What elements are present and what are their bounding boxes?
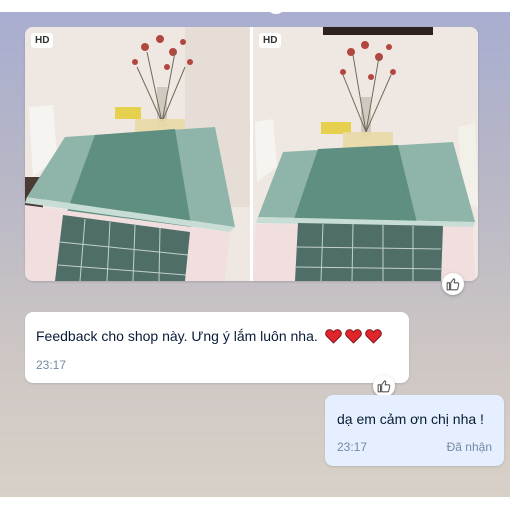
outgoing-message-bubble[interactable]: dạ em cảm ơn chị nha ! 23:17 Đã nhận: [325, 395, 504, 466]
message-time: 23:17: [36, 358, 67, 372]
photo-message: HD HD: [25, 27, 478, 281]
heart-icon: [324, 329, 342, 344]
hd-badge: HD: [31, 33, 54, 48]
thumbs-up-icon[interactable]: [373, 375, 395, 397]
photo-thumbnail[interactable]: HD: [25, 27, 250, 281]
hd-badge: HD: [259, 33, 282, 48]
message-text-row: Feedback cho shop này. Ưng ý lắm luôn nh…: [36, 328, 382, 344]
thumbs-up-icon[interactable]: [442, 273, 464, 295]
delivery-status: Đã nhận: [446, 440, 492, 454]
message-text: Feedback cho shop này. Ưng ý lắm luôn nh…: [36, 328, 318, 344]
incoming-message-bubble[interactable]: Feedback cho shop này. Ưng ý lắm luôn nh…: [25, 312, 409, 383]
message-time: 23:17: [337, 440, 368, 454]
message-text: dạ em cảm ơn chị nha !: [337, 411, 484, 427]
heart-icon: [344, 329, 362, 344]
heart-icon: [364, 329, 382, 344]
photo-thumbnail[interactable]: HD: [253, 27, 478, 281]
heart-emoji-group: [322, 328, 382, 344]
